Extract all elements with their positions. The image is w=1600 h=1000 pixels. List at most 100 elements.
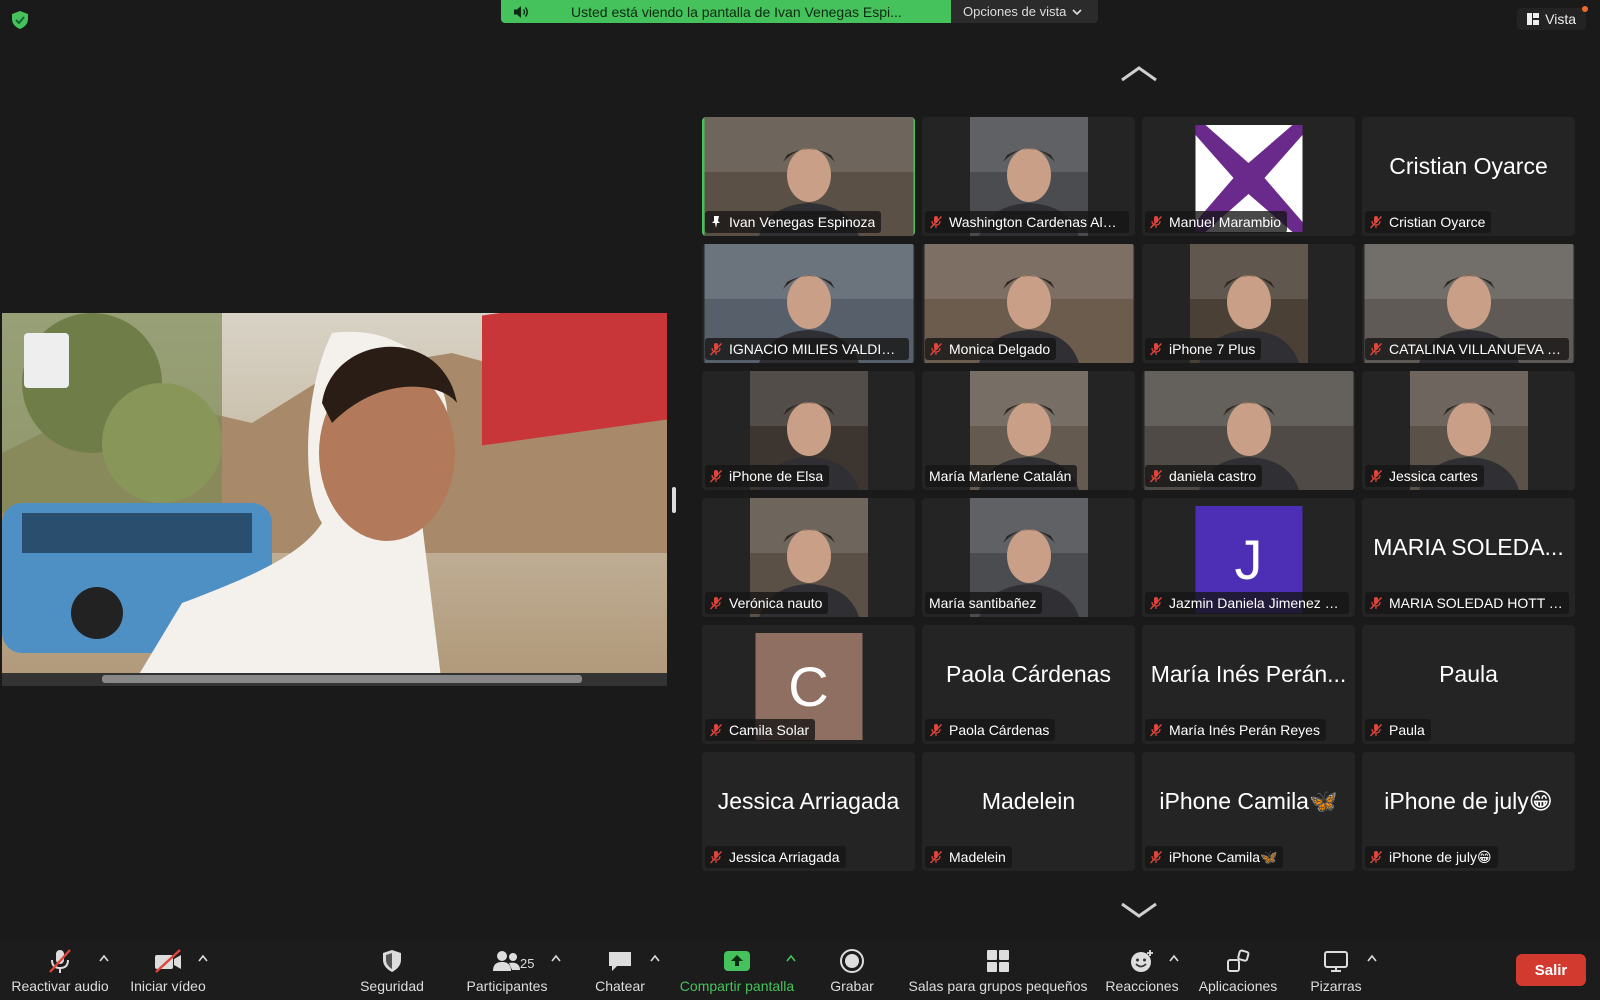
sharing-notice: Usted está viendo la pantalla de Ivan Ve… [571, 4, 902, 20]
participant-tile[interactable]: Jessica cartes [1362, 371, 1575, 490]
participant-tile[interactable]: Manuel Marambio [1142, 117, 1355, 236]
record-button[interactable]: Grabar [822, 948, 882, 996]
shared-video-frame [2, 313, 667, 686]
participant-name: María Inés Perán Reyes [1169, 722, 1320, 738]
security-button[interactable]: Seguridad [352, 948, 432, 996]
participant-tile[interactable]: Madelein Madelein [922, 752, 1135, 871]
apps-button[interactable]: Aplicaciones [1194, 948, 1282, 996]
participant-tile[interactable]: C Camila Solar [702, 625, 915, 744]
participant-name: Washington Cardenas Alm... [949, 214, 1123, 230]
muted-mic-icon [1369, 343, 1383, 356]
muted-mic-icon [929, 216, 943, 229]
participant-display-name: iPhone Camila🦋 [1159, 788, 1338, 814]
previous-page-arrow-icon[interactable] [1119, 64, 1159, 84]
participant-tile[interactable]: Jessica Arriagada Jessica Arriagada [702, 752, 915, 871]
breakout-rooms-button[interactable]: Salas para grupos pequeños [906, 948, 1090, 996]
participant-tile[interactable]: Paula Paula [1362, 625, 1575, 744]
participant-grid: Ivan Venegas Espinoza Washington Cardenas… [702, 117, 1576, 871]
muted-mic-icon [709, 470, 723, 483]
participant-tile[interactable]: CATALINA VILLANUEVA DE... [1362, 244, 1575, 363]
participant-name: IGNACIO MILIES VALDIVIA [729, 341, 903, 357]
view-button[interactable]: Vista [1517, 6, 1588, 30]
participant-tile[interactable]: María Inés Perán... María Inés Perán Reye… [1142, 625, 1355, 744]
participant-name: Monica Delgado [949, 341, 1051, 357]
chat-button[interactable]: Chatear [585, 948, 655, 996]
participant-display-name: Madelein [981, 788, 1076, 814]
security-label: Seguridad [360, 978, 424, 994]
participant-name: MARIA SOLEDAD HOTT TO... [1389, 595, 1563, 611]
participant-tile[interactable]: Washington Cardenas Alm... [922, 117, 1135, 236]
scroll-handle[interactable] [672, 487, 676, 513]
leave-meeting-button[interactable]: Salir [1516, 954, 1586, 986]
chevron-down-icon [1072, 8, 1082, 15]
avatar-initial: C [788, 655, 829, 718]
participant-tile[interactable]: iPhone Camila🦋 iPhone Camila🦋 [1142, 752, 1355, 871]
chat-options-caret-icon[interactable] [650, 954, 660, 962]
avatar-initial: J [1234, 528, 1263, 591]
muted-mic-icon [929, 851, 943, 864]
speaker-icon[interactable] [513, 5, 529, 19]
apps-icon [1227, 949, 1250, 972]
participant-name: Jazmin Daniela Jimenez Sa... [1169, 595, 1343, 611]
participant-name: Madelein [949, 849, 1006, 865]
view-label: Vista [1545, 11, 1576, 27]
participant-tile[interactable]: iPhone 7 Plus [1142, 244, 1355, 363]
unmute-audio-button[interactable]: Reactivar audio [8, 948, 112, 996]
record-label: Grabar [830, 978, 874, 994]
participant-tile[interactable]: Paola Cárdenas Paola Cárdenas [922, 625, 1135, 744]
pin-icon [712, 216, 720, 228]
participant-name-tag: CATALINA VILLANUEVA DE... [1365, 338, 1569, 360]
muted-mic-icon [709, 597, 723, 610]
video-options-caret-icon[interactable] [198, 954, 208, 962]
participant-tile[interactable]: iPhone de july😁 iPhone de july😁 [1362, 752, 1575, 871]
participant-tile[interactable]: María santibañez [922, 498, 1135, 617]
participant-display-name: Paula [1439, 661, 1498, 687]
participant-tile[interactable]: IGNACIO MILIES VALDIVIA [702, 244, 915, 363]
participant-tile[interactable]: J Jazmin Daniela Jimenez Sa... [1142, 498, 1355, 617]
share-screen-icon [724, 951, 750, 971]
whiteboards-button[interactable]: Pizarras [1302, 948, 1370, 996]
apps-label: Aplicaciones [1198, 978, 1278, 994]
muted-mic-icon [1369, 724, 1383, 737]
participants-label: Participantes [466, 978, 548, 994]
participant-name: Jessica cartes [1389, 468, 1478, 484]
participant-tile[interactable]: Verónica nauto [702, 498, 915, 617]
participant-tile[interactable]: iPhone de Elsa [702, 371, 915, 490]
whiteboards-options-caret-icon[interactable] [1367, 954, 1377, 962]
view-options-button[interactable]: Opciones de vista [951, 0, 1098, 23]
meeting-toolbar: Reactivar audio Iniciar vídeo Seguridad … [0, 940, 1600, 1000]
participants-options-caret-icon[interactable] [551, 954, 561, 962]
whiteboard-icon [1324, 951, 1348, 972]
participant-tile[interactable]: Ivan Venegas Espinoza [702, 117, 915, 236]
participants-button[interactable]: Participantes [458, 948, 556, 996]
participant-name-tag: María Inés Perán Reyes [1145, 719, 1326, 741]
participant-tile[interactable]: Cristian Oyarce Cristian Oyarce [1362, 117, 1575, 236]
participant-name-tag: daniela castro [1145, 465, 1263, 487]
shield-icon [383, 950, 401, 972]
participant-name: daniela castro [1169, 468, 1257, 484]
shared-screen[interactable] [2, 313, 667, 686]
reactions-options-caret-icon[interactable] [1169, 954, 1179, 962]
muted-mic-icon [1149, 470, 1163, 483]
chat-label: Chatear [595, 978, 645, 994]
muted-mic-icon [709, 343, 723, 356]
participant-name-tag: Paola Cárdenas [925, 719, 1056, 741]
reactions-smiley-icon [1131, 950, 1153, 972]
notification-dot [1582, 6, 1588, 12]
participant-name-tag: MARIA SOLEDAD HOTT TO... [1365, 592, 1569, 614]
encryption-shield-icon[interactable] [10, 10, 30, 30]
record-icon [840, 949, 864, 973]
participant-display-name: MARIA SOLEDA... [1373, 534, 1564, 560]
participant-tile[interactable]: daniela castro [1142, 371, 1355, 490]
muted-mic-icon [709, 724, 723, 737]
participant-tile[interactable]: MARIA SOLEDA... MARIA SOLEDAD HOTT TO... [1362, 498, 1575, 617]
participant-name: María Marlene Catalán [929, 468, 1072, 484]
share-screen-button[interactable]: Compartir pantalla [677, 948, 797, 996]
audio-options-caret-icon[interactable] [99, 954, 109, 962]
reactions-label: Reacciones [1105, 978, 1179, 994]
participant-tile[interactable]: Monica Delgado [922, 244, 1135, 363]
next-page-arrow-icon[interactable] [1119, 900, 1159, 920]
participant-name: Jessica Arriagada [729, 849, 840, 865]
participant-tile[interactable]: María Marlene Catalán [922, 371, 1135, 490]
share-options-caret-icon[interactable] [786, 954, 796, 962]
